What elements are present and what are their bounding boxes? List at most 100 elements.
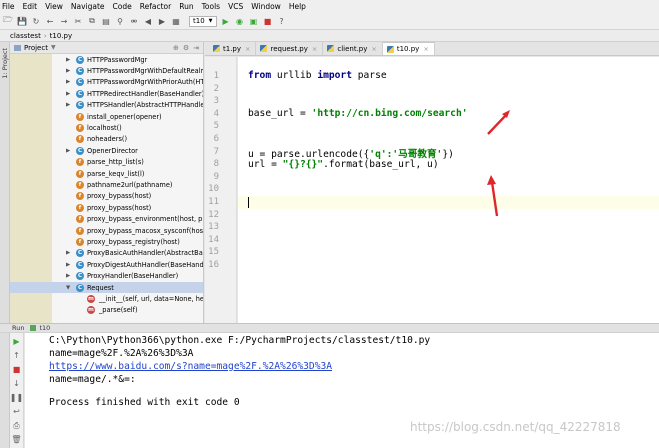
tree-item[interactable]: ▶ C ProxyHandler(BaseHandler)	[10, 270, 203, 281]
python-file-icon	[213, 45, 220, 52]
chevron-right-icon[interactable]: ▶	[66, 250, 70, 256]
tree-item[interactable]: f proxy_bypass_macosx_sysconf(host)	[10, 225, 203, 236]
close-icon[interactable]: ×	[245, 45, 250, 53]
project-tool-button[interactable]: 1: Project	[1, 48, 9, 79]
chevron-right-icon[interactable]: ▶	[66, 79, 70, 85]
chevron-right-icon[interactable]: ▶	[66, 273, 70, 279]
close-icon[interactable]: ×	[371, 45, 376, 53]
tree-item[interactable]: f proxy_bypass(host)	[10, 191, 203, 202]
console-link-url[interactable]: https://www.baidu.com/s?name=mage%2F.%2A…	[49, 361, 332, 372]
tree-item[interactable]: f install_opener(opener)	[10, 111, 203, 122]
tree-item[interactable]: ▶ C HTTPPasswordMgrWithDefaultRealm	[10, 65, 203, 76]
run-config-name[interactable]: t10	[39, 324, 50, 332]
stop-icon[interactable]: ■	[263, 16, 273, 26]
hide-icon[interactable]: ⇥	[193, 44, 199, 52]
back-icon[interactable]: ←	[45, 16, 55, 26]
scroll-down-icon[interactable]: ↓	[12, 379, 21, 388]
scroll-up-icon[interactable]: ↑	[12, 351, 21, 360]
menu-vcs[interactable]: VCS	[228, 2, 243, 11]
coverage-icon[interactable]: ▣	[249, 16, 259, 26]
tree-item[interactable]: ▶ C HTTPSHandler(AbstractHTTPHandler)	[10, 100, 203, 111]
close-icon[interactable]: ×	[423, 45, 428, 53]
tree-item[interactable]: ▼ C Request	[10, 281, 203, 294]
soft-wrap-icon[interactable]: ↩	[12, 407, 21, 416]
tab-t10[interactable]: t10.py ×	[382, 42, 435, 55]
menu-refactor[interactable]: Refactor	[140, 2, 171, 11]
chevron-right-icon[interactable]: ▶	[66, 148, 70, 154]
method-icon: m	[87, 306, 95, 315]
copy-icon[interactable]: ⧉	[87, 16, 97, 26]
menu-tools[interactable]: Tools	[202, 2, 220, 11]
cut-icon[interactable]: ✂	[73, 16, 83, 26]
run-config-select[interactable]: t10 ▼	[189, 15, 217, 27]
help-icon[interactable]: ?	[277, 16, 287, 26]
menu-window[interactable]: Window	[251, 2, 281, 11]
chevron-right-icon[interactable]: ▶	[66, 68, 70, 74]
class-icon: C	[76, 283, 84, 292]
chevron-right-icon[interactable]: ▶	[66, 57, 70, 63]
project-panel-title[interactable]: Project	[24, 44, 48, 52]
menu-run[interactable]: Run	[179, 2, 193, 11]
print-icon[interactable]: ⎙	[12, 421, 21, 430]
pause-icon[interactable]: ❚❚	[10, 393, 23, 402]
python-file-icon	[260, 45, 268, 52]
tree-item[interactable]: f noheaders()	[10, 134, 203, 145]
tree-item[interactable]: f parse_keqv_list(l)	[10, 168, 203, 179]
tree-item[interactable]: f localhost()	[10, 122, 203, 133]
find-icon[interactable]: ⚲	[115, 16, 125, 26]
run-icon[interactable]: ▶	[221, 16, 231, 26]
chevron-right-icon[interactable]: ▶	[66, 262, 70, 268]
line-number: 16	[208, 260, 219, 270]
tree-item[interactable]: ▶ C ProxyDigestAuthHandler(BaseHandle	[10, 259, 203, 270]
breadcrumb-file[interactable]: t10.py	[50, 32, 72, 40]
tree-item[interactable]: f proxy_bypass_registry(host)	[10, 236, 203, 247]
close-icon[interactable]: ×	[312, 45, 317, 53]
forward-icon[interactable]: →	[59, 16, 69, 26]
console-line-decoded: name=mage/.*&=:	[49, 374, 136, 385]
save-all-icon[interactable]: 💾	[17, 16, 27, 26]
tree-item[interactable]: ▶ C HTTPPasswordMgrWithPriorAuth(HT	[10, 77, 203, 88]
tab-t1[interactable]: t1.py ×	[209, 42, 257, 55]
nav-forward-icon[interactable]: ▶	[157, 16, 167, 26]
tree-item[interactable]: f proxy_bypass(host)	[10, 202, 203, 213]
breadcrumb-project[interactable]: classtest	[10, 32, 41, 40]
tree-item[interactable]: f pathname2url(pathname)	[10, 179, 203, 190]
build-icon[interactable]: ▦	[171, 16, 181, 26]
menu-navigate[interactable]: Navigate	[71, 2, 105, 11]
chevron-down-icon[interactable]: ▼	[66, 285, 70, 291]
code-editor[interactable]: from urllib import parse base_url = 'htt…	[238, 57, 659, 323]
menu-help[interactable]: Help	[289, 2, 306, 11]
class-icon: C	[76, 55, 84, 64]
sync-icon[interactable]: ⊕	[173, 44, 179, 52]
tab-request[interactable]: request.py ×	[256, 42, 324, 55]
tab-client[interactable]: client.py ×	[323, 42, 383, 55]
tree-item[interactable]: m _parse(self)	[10, 305, 203, 316]
sync-icon[interactable]: ↻	[31, 16, 41, 26]
tree-item-label: HTTPRedirectHandler(BaseHandler)	[87, 89, 204, 98]
replace-icon[interactable]: ⚮	[129, 16, 139, 26]
menu-view[interactable]: View	[45, 2, 63, 11]
tree-item[interactable]: f proxy_bypass_environment(host, pro	[10, 213, 203, 224]
menu-code[interactable]: Code	[113, 2, 132, 11]
open-folder-icon[interactable]: 🗁	[3, 15, 13, 26]
paste-icon[interactable]: ▤	[101, 16, 111, 26]
line-number: 4	[213, 108, 219, 119]
run-panel-title[interactable]: Run	[12, 324, 24, 332]
chevron-right-icon[interactable]: ▶	[66, 102, 70, 108]
menu-edit[interactable]: Edit	[23, 2, 38, 11]
nav-back-icon[interactable]: ◀	[143, 16, 153, 26]
settings-icon[interactable]: ⚙	[183, 44, 189, 52]
tree-item[interactable]: m __init__(self, url, data=None, head	[10, 293, 203, 304]
tree-item[interactable]: ▶ C ProxyBasicAuthHandler(AbstractBasic	[10, 248, 203, 259]
rerun-icon[interactable]: ▶	[12, 337, 21, 346]
menu-file[interactable]: File	[2, 2, 15, 11]
trash-icon[interactable]: 🗑	[11, 435, 21, 444]
tree-item[interactable]: f parse_http_list(s)	[10, 157, 203, 168]
tree-item[interactable]: ▶ C HTTPPasswordMgr	[10, 54, 203, 65]
chevron-down-icon[interactable]: ▼	[51, 44, 56, 51]
tree-item[interactable]: ▶ C OpenerDirector	[10, 145, 203, 156]
debug-icon[interactable]: ◉	[235, 16, 245, 26]
tree-item[interactable]: ▶ C HTTPRedirectHandler(BaseHandler)	[10, 88, 203, 99]
chevron-right-icon[interactable]: ▶	[66, 91, 70, 97]
stop-icon[interactable]: ■	[12, 365, 21, 374]
